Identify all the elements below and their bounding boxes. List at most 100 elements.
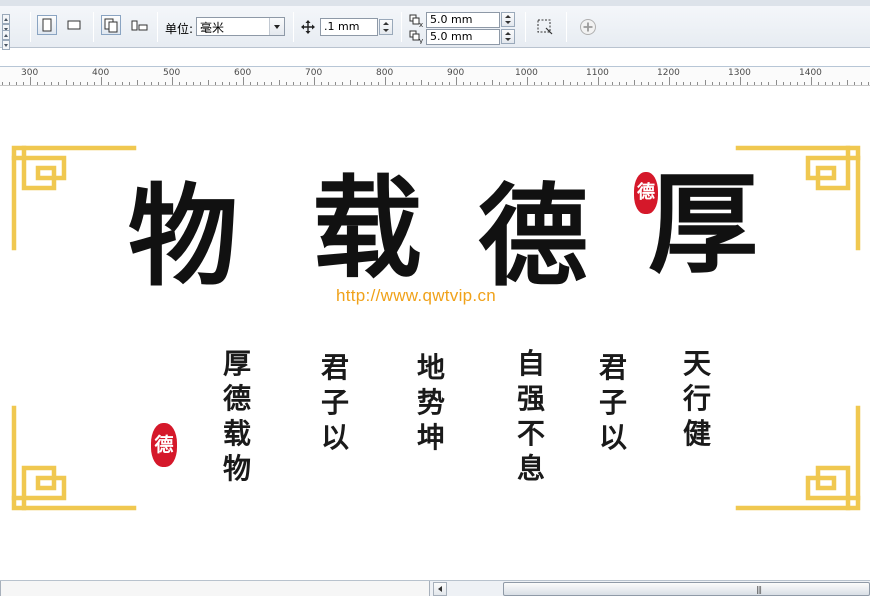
ruler-tick <box>612 82 614 85</box>
bottom-scroll-area: ||| <box>0 580 870 596</box>
text-column-3[interactable]: 地势坤 <box>414 350 448 455</box>
all-pages-button[interactable] <box>101 15 121 35</box>
ruler-tick <box>377 82 379 85</box>
ruler-tick <box>342 82 344 85</box>
scroll-left-arrow[interactable] <box>433 582 447 596</box>
ruler-tick <box>335 82 337 85</box>
text-column-6[interactable]: 天行健 <box>680 346 714 451</box>
duplicate-x-icon: x <box>409 14 423 28</box>
unit-select[interactable]: 毫米 <box>196 17 285 36</box>
frame-corner-top-left[interactable] <box>10 144 138 252</box>
title-char-4[interactable]: 厚 <box>648 170 758 280</box>
plus-circle-icon[interactable] <box>579 18 597 36</box>
ruler-tick <box>193 82 195 85</box>
ruler-tick <box>65 80 67 85</box>
title-char-1[interactable]: 物 <box>128 182 238 292</box>
ruler-tick <box>306 82 308 85</box>
page-tab-area[interactable] <box>0 581 430 596</box>
seal-stamp-bottom[interactable]: 德 <box>151 423 177 467</box>
ruler-tick <box>640 82 642 85</box>
text-column-4[interactable]: 自强不息 <box>514 346 548 486</box>
ruler-tick <box>711 82 713 85</box>
duplicate-y-field[interactable]: 5.0 mm <box>426 29 500 45</box>
ruler-tick <box>86 82 88 85</box>
ruler-tick <box>406 82 408 85</box>
height-spin-up[interactable] <box>2 30 10 40</box>
ruler-tick <box>534 82 536 85</box>
frame-corner-bottom-left[interactable] <box>10 404 138 512</box>
treat-as-filled-button[interactable] <box>534 16 554 36</box>
ruler-tick <box>285 82 287 85</box>
ruler-tick <box>15 82 17 85</box>
ruler-tick <box>789 82 791 85</box>
text-column-2[interactable]: 君子以 <box>318 350 352 455</box>
current-page-button[interactable] <box>128 15 148 35</box>
ruler-label: 1300 <box>728 68 751 78</box>
duplicate-x-field[interactable]: 5.0 mm <box>426 12 500 28</box>
property-bar: 单位: 毫米 .1 mm x 5.0 mm y 5.0 mm <box>0 0 870 50</box>
ruler-tick <box>740 77 741 85</box>
ruler-tick <box>314 77 315 85</box>
text-column-5[interactable]: 君子以 <box>596 350 630 455</box>
ruler-tick <box>825 82 827 85</box>
ruler-tick <box>214 82 216 85</box>
ruler-tick <box>598 77 599 85</box>
ruler-tick <box>441 82 443 85</box>
chevron-down-icon[interactable] <box>269 18 284 35</box>
nudge-distance-field[interactable]: .1 mm <box>320 18 378 36</box>
ruler-tick <box>477 82 479 85</box>
ruler-label: 1200 <box>657 68 680 78</box>
svg-text:x: x <box>419 21 423 28</box>
nudge-distance-value: .1 mm <box>324 20 360 33</box>
portrait-button[interactable] <box>37 15 57 35</box>
ruler-tick <box>228 82 230 85</box>
ruler-tick <box>775 80 777 85</box>
title-char-2[interactable]: 载 <box>312 174 422 284</box>
landscape-button[interactable] <box>64 15 84 35</box>
ruler-tick <box>370 82 372 85</box>
title-char-3[interactable]: 德 <box>478 182 588 292</box>
unit-label: 单位: <box>165 22 194 36</box>
ruler-tick <box>768 82 770 85</box>
frame-corner-bottom-right[interactable] <box>734 404 862 512</box>
ruler-tick <box>51 82 53 85</box>
height-spin-down[interactable] <box>2 40 10 50</box>
ruler-tick <box>590 82 592 85</box>
ruler-tick <box>683 82 685 85</box>
toolbar-separator <box>93 12 94 42</box>
all-pages-icon <box>104 18 118 33</box>
ruler-tick <box>803 82 805 85</box>
ruler-tick <box>413 82 415 85</box>
horizontal-ruler[interactable]: 300 400 500 600 700 800 900 1000 1100 1200 1300 140… <box>0 66 870 86</box>
ruler-tick <box>811 77 812 85</box>
drawing-canvas[interactable]: 物 载 德 厚 德 德 http://www.qwtvip.cn 厚德载物 君子… <box>0 86 870 580</box>
ruler-tick <box>79 82 81 85</box>
ruler-tick <box>101 77 102 85</box>
ruler-tick <box>108 82 110 85</box>
ruler-tick <box>143 82 145 85</box>
ruler-tick <box>250 82 252 85</box>
width-spin-up[interactable] <box>2 14 10 24</box>
nudge-distance-spinner[interactable] <box>379 19 393 35</box>
ruler-tick <box>278 80 280 85</box>
ruler-tick <box>853 82 855 85</box>
ruler-tick <box>782 82 784 85</box>
ruler-tick <box>690 82 692 85</box>
duplicate-x-spinner[interactable] <box>501 12 515 27</box>
svg-text:y: y <box>419 37 423 44</box>
ruler-tick <box>136 80 138 85</box>
grip-icon: ||| <box>756 585 762 594</box>
ruler-label: 800 <box>376 68 394 78</box>
ruler-tick <box>186 82 188 85</box>
duplicate-y-spinner[interactable] <box>501 29 515 44</box>
ruler-tick <box>732 82 734 85</box>
horizontal-scroll-thumb[interactable]: ||| <box>503 582 870 596</box>
seal-stamp-top[interactable]: 德 <box>634 172 658 214</box>
dashed-select-icon <box>537 19 553 35</box>
ruler-tick <box>427 82 429 85</box>
ruler-label: 600 <box>234 68 252 78</box>
ruler-tick <box>562 80 564 85</box>
ruler-tick <box>392 82 394 85</box>
text-column-1[interactable]: 厚德载物 <box>220 346 254 486</box>
toolbar-separator <box>30 12 31 42</box>
